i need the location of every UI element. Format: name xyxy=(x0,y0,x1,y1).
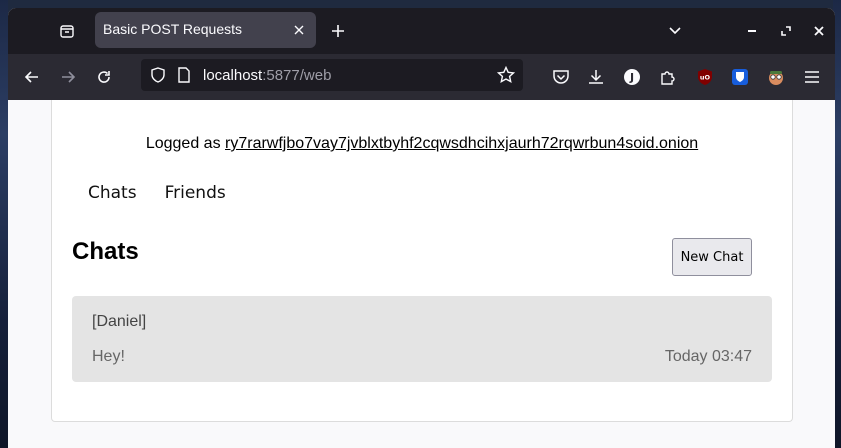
menu-icon[interactable] xyxy=(802,67,822,87)
bookmark-star-icon[interactable] xyxy=(497,66,515,84)
onion-address-link[interactable]: ry7rarwfjbo7vay7jvblxtbyhf2cqwsdhcihxjau… xyxy=(225,135,698,152)
pocket-icon[interactable] xyxy=(551,67,571,87)
page-title: Chats xyxy=(72,238,139,265)
nav-chats[interactable]: Chats xyxy=(88,183,137,203)
url-path: :5877/web xyxy=(262,67,332,84)
tab-strip: Basic POST Requests xyxy=(8,8,835,54)
tab-overview-icon[interactable] xyxy=(56,20,78,42)
page-content: Logged as ry7rarwfjbo7vay7jvblxtbyhf2cqw… xyxy=(8,100,835,448)
chat-last-message: Hey! xyxy=(92,348,125,365)
browser-window: Basic POST Requests localhost:5877/web J… xyxy=(8,8,835,448)
mascot-extension-icon[interactable] xyxy=(766,67,786,87)
logged-as-line: Logged as ry7rarwfjbo7vay7jvblxtbyhf2cqw… xyxy=(52,135,792,153)
chat-name: [Daniel] xyxy=(92,313,147,330)
plus-icon[interactable] xyxy=(327,20,349,42)
url-host: localhost xyxy=(203,67,263,84)
section-nav: Chats Friends xyxy=(88,183,254,203)
window-close-icon[interactable] xyxy=(810,22,828,40)
tab-title: Basic POST Requests xyxy=(103,21,243,37)
active-tab[interactable]: Basic POST Requests xyxy=(95,12,316,48)
url-bar[interactable]: localhost:5877/web xyxy=(141,59,523,91)
ublock-label: uO xyxy=(700,74,711,82)
reload-icon[interactable] xyxy=(93,66,115,88)
shield-icon[interactable] xyxy=(149,66,167,84)
extension-j-icon[interactable]: J xyxy=(622,67,642,87)
chat-list-item[interactable]: [Daniel] Hey! Today 03:47 xyxy=(72,296,772,382)
maximize-icon[interactable] xyxy=(777,22,795,40)
chat-timestamp: Today 03:47 xyxy=(664,348,752,365)
forward-icon[interactable] xyxy=(57,66,79,88)
ublock-icon[interactable]: uO xyxy=(695,67,715,87)
bitwarden-icon[interactable] xyxy=(730,67,750,87)
nav-friends[interactable]: Friends xyxy=(165,183,226,203)
page-icon[interactable] xyxy=(175,66,193,84)
logged-as-label: Logged as xyxy=(145,135,226,152)
main-card: Logged as ry7rarwfjbo7vay7jvblxtbyhf2cqw… xyxy=(51,100,793,422)
url-text[interactable]: localhost:5877/web xyxy=(203,67,331,84)
chevron-down-icon[interactable] xyxy=(664,20,686,42)
extensions-puzzle-icon[interactable] xyxy=(658,67,678,87)
download-icon[interactable] xyxy=(586,67,606,87)
new-chat-button[interactable]: New Chat xyxy=(672,238,752,276)
back-icon[interactable] xyxy=(21,66,43,88)
nav-toolbar: localhost:5877/web J uO xyxy=(8,54,835,100)
close-icon[interactable] xyxy=(290,21,308,39)
desktop-wallpaper-left xyxy=(0,0,8,448)
extension-j-label: J xyxy=(629,71,634,84)
minimize-icon[interactable] xyxy=(743,22,761,40)
